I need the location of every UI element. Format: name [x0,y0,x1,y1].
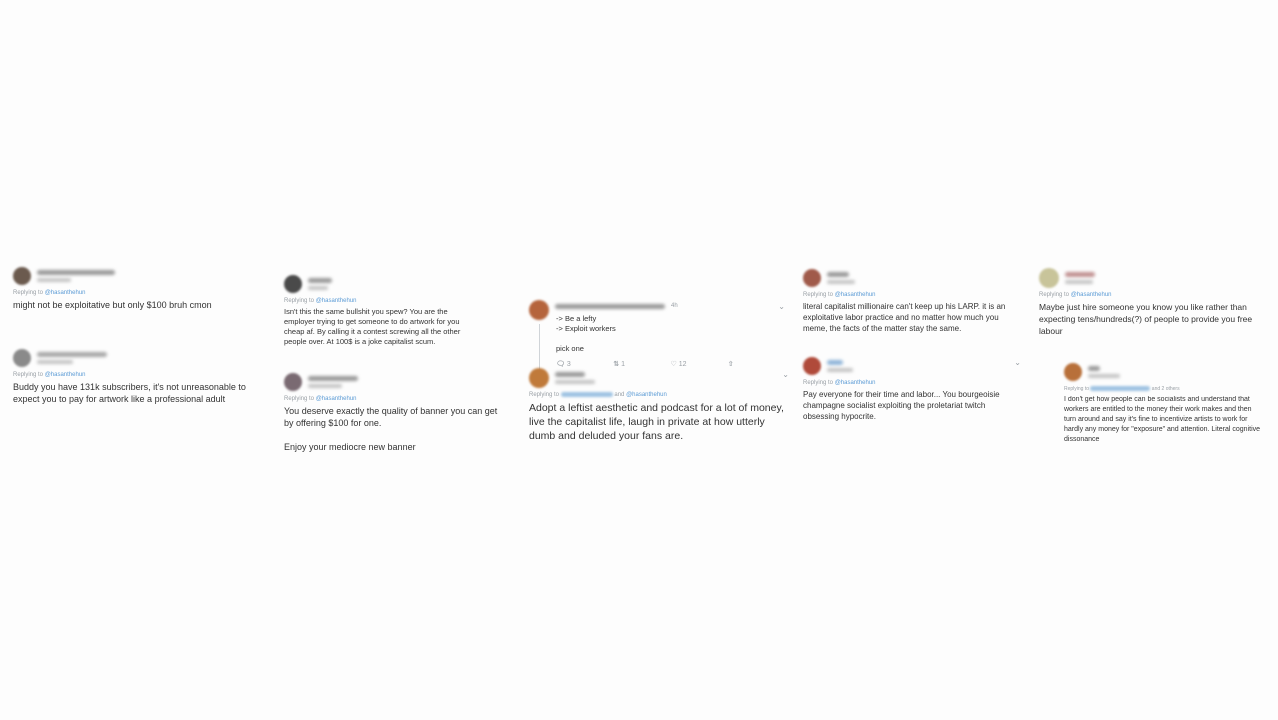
timestamp[interactable]: 4h [671,303,678,309]
tweet-col5-1[interactable]: Replying to @hasanthehun Maybe just hire… [1039,268,1267,337]
tweet-col4-2[interactable]: ⌄ Replying to @hasanthehun Pay everyone … [803,356,1021,422]
share-icon: ⇧ [727,361,734,368]
tweet-col3-2[interactable]: ⌄ Replying to and @hasanthehun Adopt a l… [529,368,789,443]
avatar[interactable] [13,267,31,285]
heart-icon: ♡ [670,361,677,368]
avatar[interactable] [284,275,302,293]
replying-to: Replying to @hasanthehun [803,380,876,386]
tweet-text: Maybe just hire someone you know you lik… [1039,302,1253,336]
replying-to: Replying to and @hasanthehun [529,392,667,399]
mention-link[interactable]: @hasanthehun [316,396,357,402]
avatar[interactable] [1039,268,1059,288]
tweet-col1-1[interactable]: Replying to @hasanthehun might not be ex… [13,266,248,311]
avatar[interactable] [803,269,821,287]
avatar[interactable] [803,357,821,375]
chevron-down-icon[interactable]: ⌄ [1014,358,1021,367]
tweet-actions: 🗨︎ 3 ⇅ 1 ♡ 12 ⇧ [556,360,785,368]
mention-link[interactable]: @hasanthehun [835,380,876,386]
mention-link[interactable]: @hasanthehun [1071,292,1112,298]
tweet-text: -> Be a lefty -> Exploit workers pick on… [556,314,616,353]
tweet-text: Buddy you have 131k subscribers, it's no… [13,382,246,404]
tweet-text: I don't get how people can be socialists… [1064,396,1261,443]
chevron-down-icon[interactable]: ⌄ [782,370,789,379]
tweet-text: literal capitalist millionaire can't kee… [803,302,1006,333]
tweet-col1-2[interactable]: Replying to @hasanthehun Buddy you have … [13,348,248,405]
avatar[interactable] [529,300,549,320]
retweet-icon: ⇅ [613,361,620,368]
retweet-button[interactable]: ⇅ 1 [613,360,670,368]
tweet-col3-1[interactable]: 4h ⌄ -> Be a lefty -> Exploit workers pi… [529,300,785,374]
replying-to: Replying to and 2 others [1064,386,1180,392]
replying-to: Replying to @hasanthehun [13,290,86,296]
tweet-text: might not be exploitative but only $100 … [13,300,212,310]
replying-to: Replying to @hasanthehun [1039,292,1112,298]
avatar[interactable] [13,349,31,367]
replying-to: Replying to @hasanthehun [13,372,86,378]
mention-link[interactable]: @hasanthehun [316,298,357,304]
tweet-col4-1[interactable]: Replying to @hasanthehun literal capital… [803,268,1013,334]
replying-to: Replying to @hasanthehun [284,298,357,304]
reply-button[interactable]: 🗨︎ 3 [556,360,613,368]
tweet-text: Adopt a leftist aesthetic and podcast fo… [529,402,784,443]
mention-link[interactable]: @hasanthehun [835,292,876,298]
avatar[interactable] [284,373,302,391]
tweet-text: Pay everyone for their time and labor...… [803,390,1000,421]
tweet-col5-2[interactable]: Replying to and 2 others I don't get how… [1064,362,1264,445]
share-button[interactable]: ⇧ [728,360,785,368]
replying-to: Replying to @hasanthehun [803,292,876,298]
blurred-mention[interactable] [1090,386,1151,392]
like-button[interactable]: ♡ 12 [671,360,728,368]
tweet-text: You deserve exactly the quality of banne… [284,406,498,452]
chevron-down-icon[interactable]: ⌄ [778,302,785,311]
mention-link[interactable]: @hasanthehun [45,372,86,378]
replying-to: Replying to @hasanthehun [284,396,357,402]
speech-bubble-icon: 🗨︎ [556,361,565,368]
tweet-col2-1[interactable]: Replying to @hasanthehun Isn't this the … [284,274,474,347]
mention-link[interactable]: @hasanthehun [626,392,667,398]
tweet-col2-2[interactable]: Replying to @hasanthehun You deserve exa… [284,372,504,453]
mention-link[interactable]: @hasanthehun [45,290,86,296]
avatar[interactable] [1064,363,1082,381]
blurred-mention[interactable] [560,392,613,397]
tweet-text: Isn't this the same bullshit you spew? Y… [284,307,461,346]
avatar[interactable] [529,368,549,388]
